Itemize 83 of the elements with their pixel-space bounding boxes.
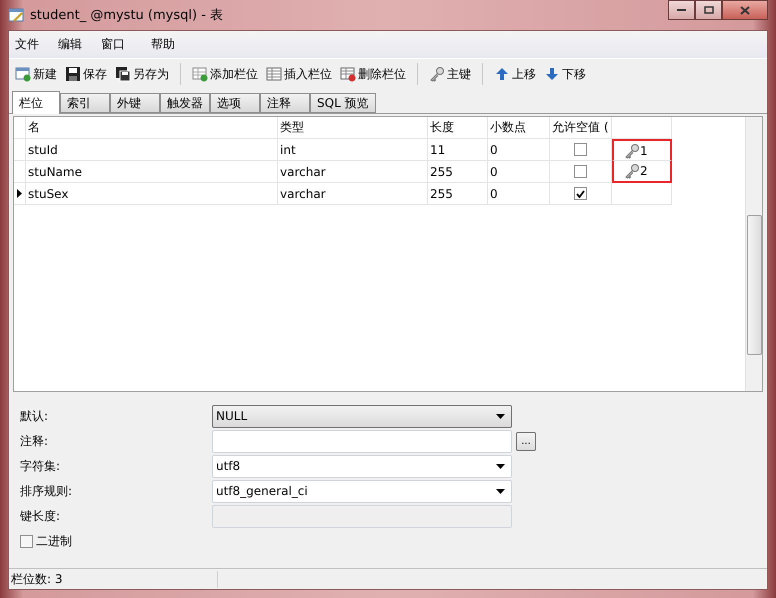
table-cell: 11 <box>428 139 488 161</box>
checkbox[interactable] <box>574 165 587 178</box>
table-cell: varchar <box>278 183 428 205</box>
new-table-icon <box>15 66 31 82</box>
field-label: 键长度: <box>20 508 62 524</box>
minimize-icon <box>677 8 686 12</box>
checkbox-label: 二进制 <box>36 532 72 550</box>
table-grid-icon <box>266 66 282 82</box>
toolbar-button[interactable]: 新建 <box>12 64 60 84</box>
window-title: student_ @mystu (mysql) - 表 <box>30 7 224 24</box>
table-cell: 0 <box>488 161 550 183</box>
table-cell: varchar <box>278 161 428 183</box>
key-icon <box>624 163 640 179</box>
maximize-button[interactable] <box>695 0 722 20</box>
dropdown[interactable]: utf8_general_ci <box>212 480 512 502</box>
current-row-icon <box>17 189 22 198</box>
field-label: 字符集: <box>20 458 62 474</box>
checkbox[interactable] <box>20 534 33 548</box>
toolbar-button[interactable]: 添加栏位 <box>189 64 261 84</box>
menu-item[interactable]: 帮助 <box>149 36 192 53</box>
toolbar-button[interactable]: 主键 <box>426 64 474 84</box>
column-header: 小数点 <box>488 117 550 139</box>
corner-header <box>14 117 26 139</box>
floppy-disks-icon <box>115 66 131 82</box>
dropdown[interactable]: utf8 <box>212 454 512 478</box>
table-cell: 255 <box>428 183 488 205</box>
menu-item[interactable]: 编辑 <box>56 36 99 53</box>
tab[interactable]: 索引 <box>60 93 110 113</box>
maximize-icon <box>704 6 714 14</box>
field-label: 排序规则: <box>20 482 74 500</box>
column-header: 名 <box>26 117 278 139</box>
field-label: 默认: <box>20 408 50 424</box>
scrollbar[interactable] <box>745 117 762 391</box>
menu-item[interactable]: 文件 <box>13 36 56 53</box>
toolbar-button[interactable]: 上移 <box>491 64 539 84</box>
dropdown-arrow-icon <box>496 464 505 468</box>
delete-column-icon <box>340 66 356 82</box>
tab[interactable]: SQL 预览 <box>310 93 376 113</box>
key-order: 2 <box>640 164 648 178</box>
tab[interactable]: 选项 <box>210 93 260 113</box>
table-icon <box>8 7 24 23</box>
text-field[interactable] <box>212 430 512 452</box>
dropdown[interactable]: NULL <box>212 404 512 428</box>
text-field[interactable] <box>212 504 512 528</box>
table-cell: 255 <box>428 161 488 183</box>
toolbar-button[interactable]: 保存 <box>62 64 110 84</box>
table-cell: 0 <box>488 183 550 205</box>
table-cell: stuName <box>26 161 278 183</box>
add-column-icon <box>192 66 208 82</box>
checkbox[interactable] <box>574 143 587 156</box>
toolbar-button[interactable]: 另存为 <box>112 64 172 84</box>
tab[interactable]: 栏位 <box>12 91 60 114</box>
checkbox[interactable] <box>574 187 587 200</box>
tab[interactable]: 外键 <box>110 93 160 113</box>
dropdown-arrow-icon <box>496 488 505 494</box>
table-cell: stuSex <box>26 183 278 205</box>
table-cell: stuId <box>26 139 278 161</box>
down-arrow-icon <box>544 66 560 82</box>
table-cell: int <box>278 139 428 161</box>
toolbar-button[interactable]: 下移 <box>541 64 589 84</box>
column-header <box>612 117 672 139</box>
close-icon <box>740 6 750 14</box>
toolbar-button[interactable]: 插入栏位 <box>263 64 335 84</box>
row-header[interactable] <box>14 183 26 205</box>
column-header: 长度 <box>428 117 488 139</box>
menu-item[interactable]: 窗口 <box>99 36 149 53</box>
key-icon <box>624 142 640 158</box>
close-button[interactable] <box>722 0 768 20</box>
up-arrow-icon <box>494 66 510 82</box>
toolbar-button[interactable]: 删除栏位 <box>337 64 409 84</box>
status-text: 栏位数: 3 <box>9 570 218 588</box>
column-header: 类型 <box>278 117 428 139</box>
dropdown-arrow-icon <box>496 414 505 418</box>
tab[interactable]: 注释 <box>260 93 310 113</box>
table-cell: 0 <box>488 139 550 161</box>
key-icon <box>429 66 445 82</box>
key-order: 1 <box>640 144 648 158</box>
minimize-button[interactable] <box>668 0 695 20</box>
tab[interactable]: 触发器 <box>160 93 210 113</box>
field-label: 注释: <box>20 432 50 450</box>
browse-button[interactable]: ... <box>516 432 536 450</box>
column-header: 允许空值 ( <box>550 117 612 139</box>
checkmark-icon <box>576 190 585 198</box>
